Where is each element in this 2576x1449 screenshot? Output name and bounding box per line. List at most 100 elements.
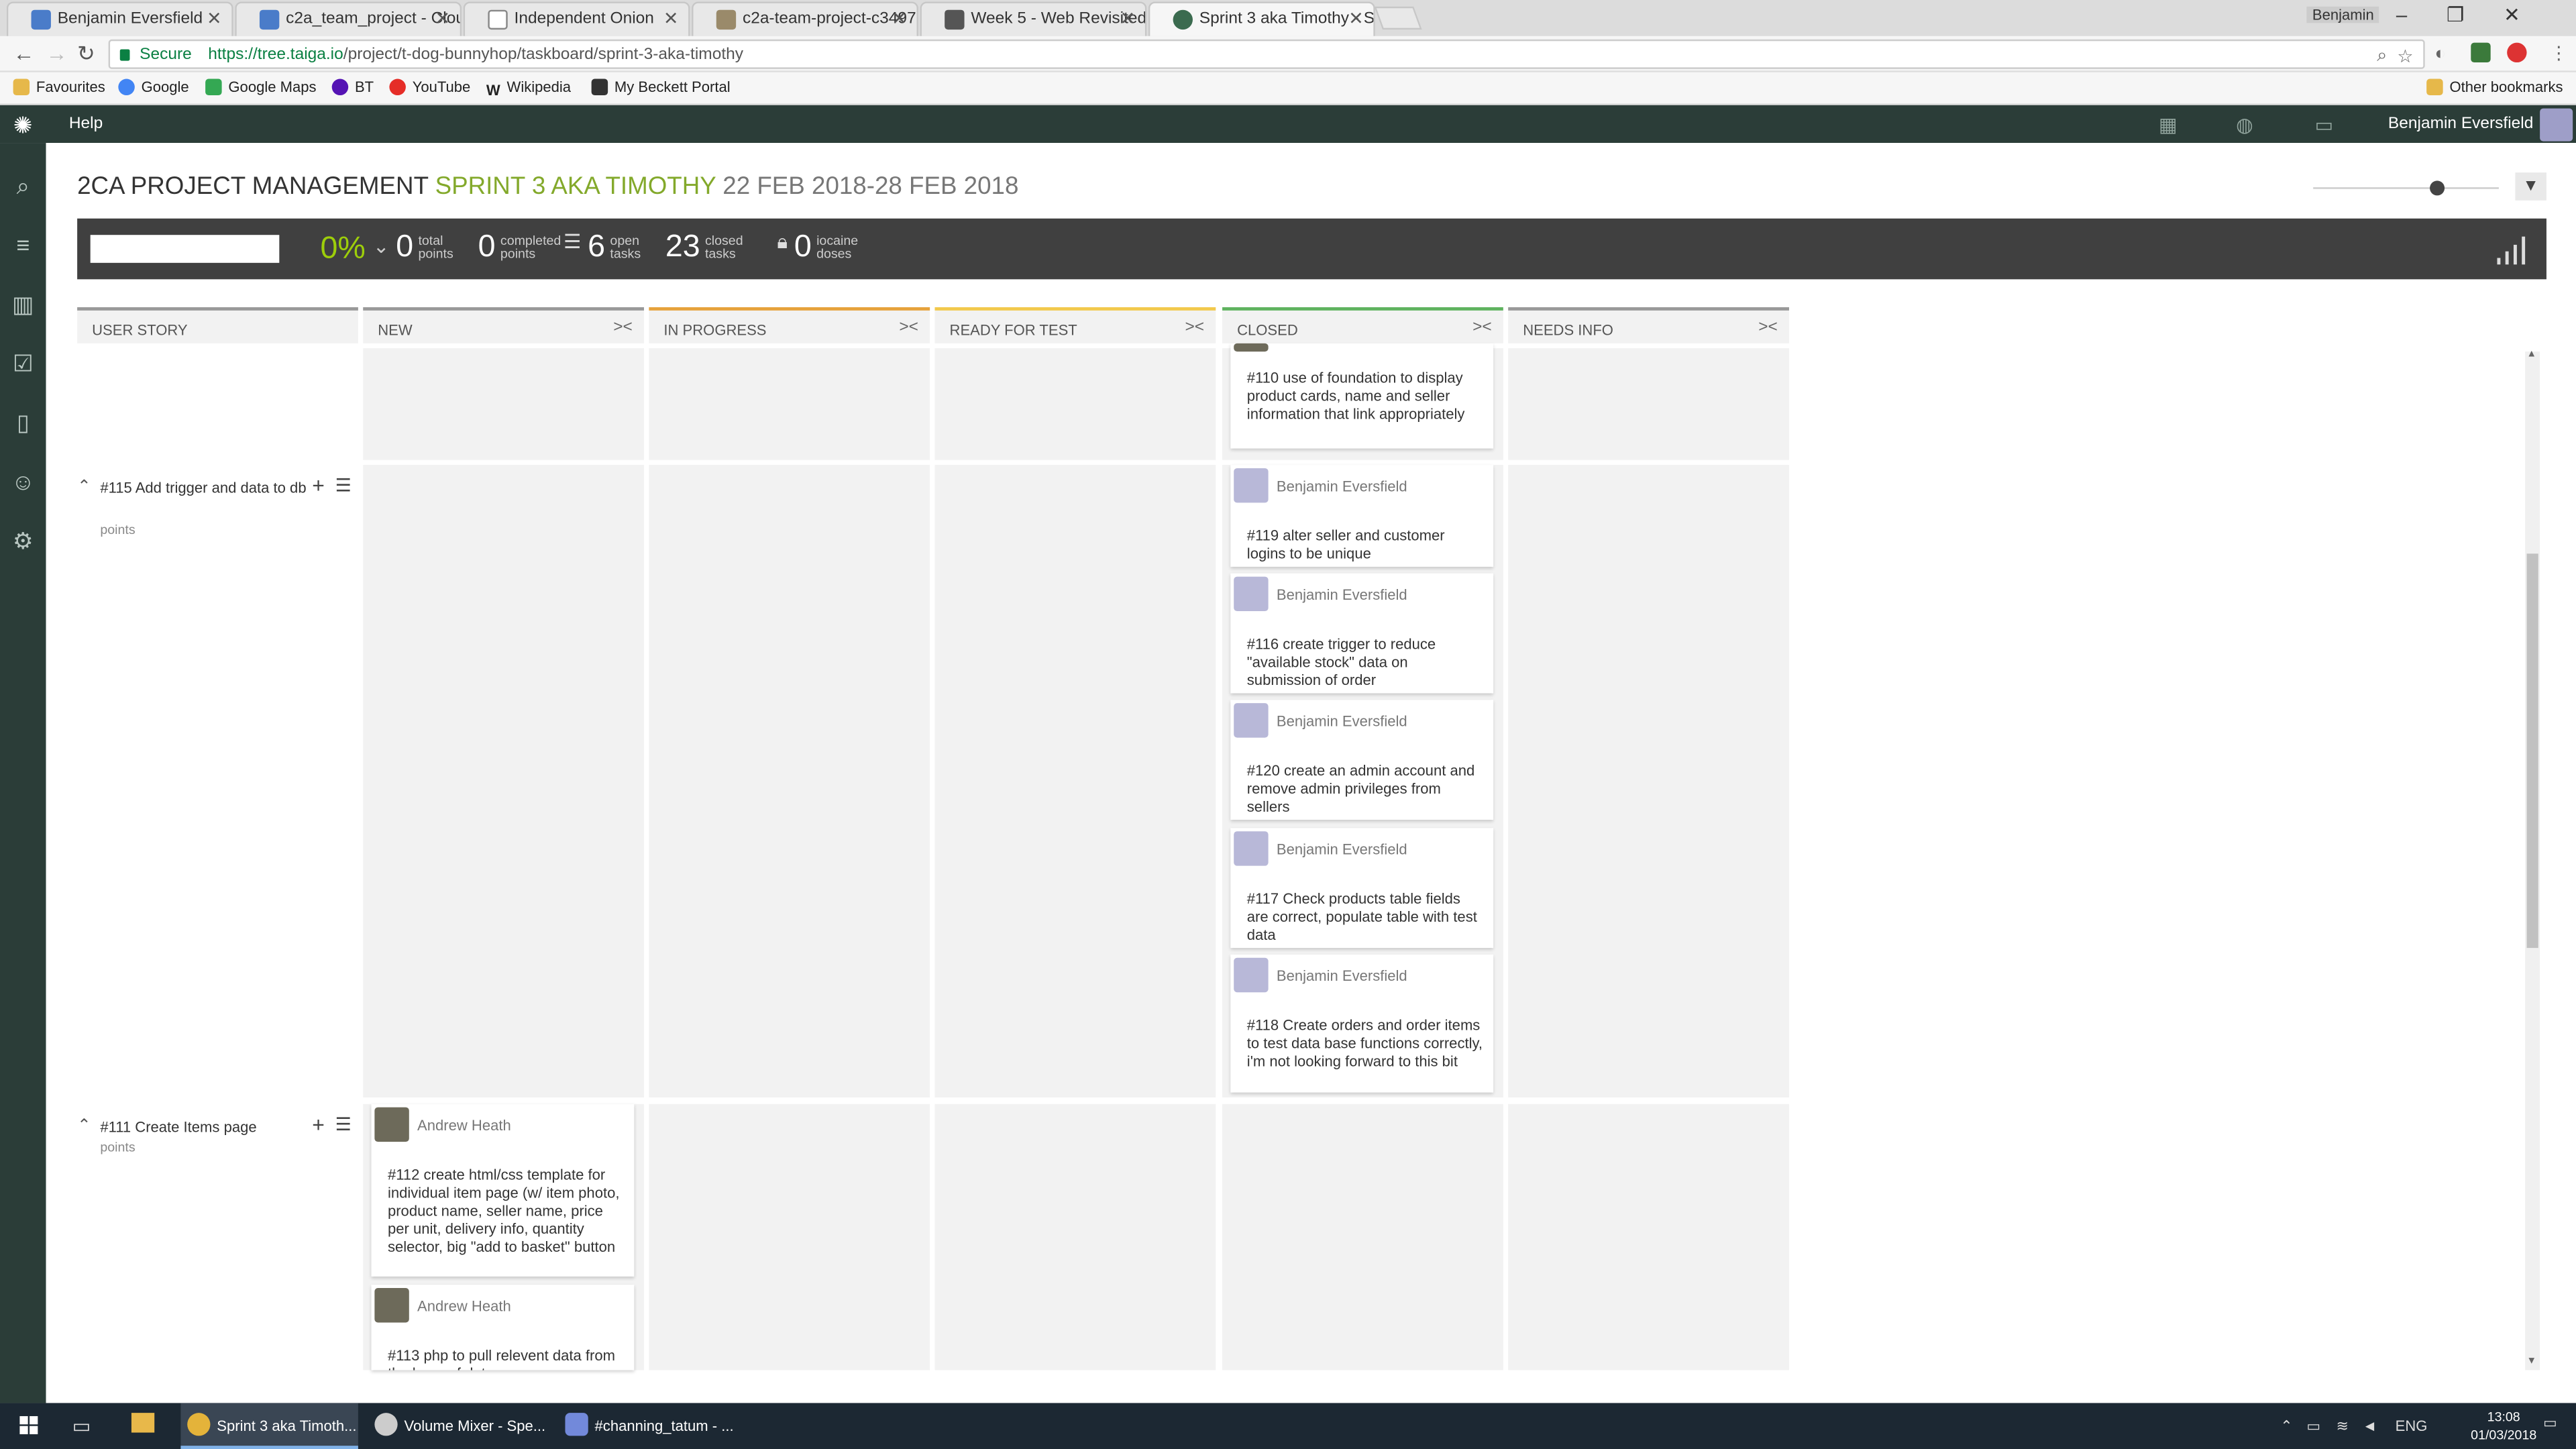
extension-icon[interactable]: ◐ (2434, 44, 2445, 64)
collapse-icon[interactable]: ⌃ (77, 478, 91, 496)
help-link[interactable]: Help (69, 115, 103, 133)
settings-gear-icon[interactable]: ⚙ (10, 527, 36, 553)
bookmark-youtube[interactable]: YouTube (389, 78, 470, 96)
bookmark-favourites[interactable]: Favourites (13, 78, 105, 96)
fold-column-icon[interactable]: >< (899, 319, 918, 337)
task-card[interactable]: Andrew Heath #113 php to pull relevent d… (371, 1285, 635, 1371)
fold-column-icon[interactable]: >< (613, 319, 633, 337)
timeline-icon[interactable]: ≡ (10, 231, 36, 258)
wiki-icon[interactable]: ▯ (10, 409, 36, 435)
bookmark-bt[interactable]: BT (331, 78, 374, 96)
user-story-title[interactable]: #115 Add trigger and data to db (100, 478, 310, 500)
extension-icon[interactable] (2471, 42, 2491, 63)
task-card[interactable]: Benjamin Eversfield #117 Check products … (1230, 828, 1494, 949)
scroll-up-arrow-icon[interactable]: ▲ (2527, 350, 2537, 360)
kanban-icon[interactable]: ▥ (10, 290, 36, 317)
notifications-icon[interactable]: ▭ (2315, 113, 2334, 136)
user-story-title[interactable]: #111 Create Items page (100, 1117, 310, 1138)
issues-icon[interactable]: ☑ (10, 350, 36, 376)
zoom-slider-track[interactable] (2313, 187, 2499, 189)
window-controls[interactable]: –❐✕ (2396, 3, 2560, 26)
user-story-points: points (100, 522, 136, 537)
browser-tab[interactable]: c2a-team-project-c3497 ✕ (692, 1, 918, 36)
user-avatar[interactable] (2540, 108, 2573, 142)
battery-icon[interactable]: ▭ (2306, 1417, 2320, 1436)
bookmark-beckett[interactable]: My Beckett Portal (591, 78, 731, 96)
add-task-icon[interactable]: + (312, 1112, 325, 1137)
address-bar[interactable]: Secure https://tree.taiga.io/project/t-do… (108, 39, 2425, 69)
taskbar-item-volume-mixer[interactable]: Volume Mixer - Spe... (368, 1403, 545, 1449)
tab-close-icon[interactable]: ✕ (663, 8, 679, 30)
wifi-icon[interactable]: ≋ (2336, 1417, 2348, 1436)
chevron-down-icon[interactable]: ⌄ (373, 235, 390, 258)
fold-column-icon[interactable]: >< (1185, 319, 1204, 337)
fold-column-icon[interactable]: >< (1472, 319, 1492, 337)
scrollbar-thumb[interactable] (2526, 553, 2538, 949)
search-icon[interactable]: ⌕ (10, 172, 36, 199)
bookmark-google-maps[interactable]: Google Maps (205, 78, 317, 96)
forward-arrow-icon[interactable]: → (46, 41, 68, 66)
menu-kebab-icon[interactable]: ⋮ (2550, 43, 2568, 64)
maps-icon (205, 78, 222, 96)
collapse-icon[interactable]: ⌃ (77, 1117, 91, 1135)
start-tile (19, 1426, 28, 1434)
browser-tab[interactable]: Benjamin Eversfield ✕ (6, 1, 233, 36)
team-icon[interactable]: ☺ (10, 468, 36, 494)
project-name[interactable]: 2CA PROJECT MANAGEMENT (77, 172, 428, 201)
taskboard-cell (1508, 465, 1789, 1097)
task-card[interactable]: Benjamin Eversfield #118 Create orders a… (1230, 954, 1494, 1093)
project-sidebar: ⌕ ≡ ▥ ☑ ▯ ☺ ⚙ (0, 143, 46, 1403)
reload-icon[interactable]: ↻ (77, 41, 95, 67)
burndown-chart-icon[interactable] (2497, 231, 2530, 265)
task-view-icon[interactable]: ▭ (72, 1415, 91, 1438)
new-tab-button[interactable] (1374, 6, 1422, 30)
projects-grid-icon[interactable]: ▦ (2159, 113, 2178, 136)
language-indicator[interactable]: ENG (2396, 1417, 2428, 1434)
fold-column-icon[interactable]: >< (1758, 319, 1778, 337)
window-profile-name[interactable]: Benjamin (2307, 6, 2379, 23)
filter-icon[interactable]: ▼ (2515, 172, 2546, 201)
bookmark-star-icon[interactable]: ☆ (2397, 46, 2413, 67)
speaker-icon[interactable]: ◄ (2363, 1417, 2377, 1434)
system-clock[interactable]: 13:08 01/03/2018 (2471, 1408, 2536, 1444)
tab-close-icon[interactable]: ✕ (435, 8, 450, 30)
tab-close-icon[interactable]: ✕ (1120, 8, 1136, 30)
taiga-logo-icon[interactable]: ✺ (13, 112, 33, 140)
task-card[interactable]: Benjamin Eversfield #116 create trigger … (1230, 573, 1494, 694)
search-icon[interactable]: ⌕ (2377, 46, 2387, 68)
discover-icon[interactable]: ◍ (2236, 113, 2253, 136)
bulk-add-list-icon[interactable]: ☰ (335, 475, 352, 496)
file-explorer-icon[interactable] (131, 1413, 155, 1433)
url-host: https://tree.taiga.io (208, 46, 343, 64)
bookmark-google[interactable]: Google (118, 78, 189, 96)
back-arrow-icon[interactable]: ← (13, 41, 35, 66)
notifications-icon[interactable]: ▭ (2543, 1415, 2557, 1433)
scroll-down-arrow-icon[interactable]: ▼ (2527, 1357, 2537, 1367)
tab-close-icon[interactable]: ✕ (207, 8, 222, 30)
bookmark-label: Favourites (36, 78, 105, 96)
task-card[interactable]: Benjamin Eversfield #119 alter seller an… (1230, 465, 1494, 567)
zoom-slider-knob[interactable] (2430, 180, 2445, 196)
browser-tab[interactable]: c2a_team_project - Clou ✕ (235, 1, 462, 36)
taskbar-item-chrome[interactable]: Sprint 3 aka Timoth... (180, 1403, 358, 1449)
bulk-add-list-icon[interactable]: ☰ (335, 1114, 352, 1135)
tab-close-icon[interactable]: ✕ (892, 8, 907, 30)
stat-number: 23 (665, 229, 700, 265)
bookmark-other[interactable]: Other bookmarks (2426, 78, 2563, 96)
taskboard-search-input[interactable] (90, 235, 280, 263)
add-task-icon[interactable]: + (312, 473, 325, 498)
lock-icon: 🔒︎ (777, 229, 788, 254)
tab-close-icon[interactable]: ✕ (1348, 8, 1364, 30)
bookmark-wikipedia[interactable]: W Wikipedia (486, 79, 571, 99)
task-card[interactable]: Benjamin Eversfield #120 create an admin… (1230, 700, 1494, 820)
browser-tab-active[interactable]: Sprint 3 aka Timothy - Sp ✕ (1148, 1, 1375, 36)
task-card[interactable]: #110 use of foundation to display produc… (1230, 343, 1494, 449)
browser-tab[interactable]: Independent Onion ✕ (463, 1, 690, 36)
task-card[interactable]: Andrew Heath #112 create html/css templa… (371, 1104, 635, 1277)
taskbar-item-discord[interactable]: #channing_tatum - ... (559, 1403, 736, 1449)
tray-chevron-up-icon[interactable]: ⌃ (2280, 1417, 2292, 1436)
browser-tab[interactable]: Week 5 - Web Revisited ✕ (920, 1, 1147, 36)
user-name[interactable]: Benjamin Eversfield (2388, 115, 2533, 133)
extension-icon[interactable] (2507, 42, 2527, 63)
windows-start-icon[interactable] (19, 1416, 39, 1436)
